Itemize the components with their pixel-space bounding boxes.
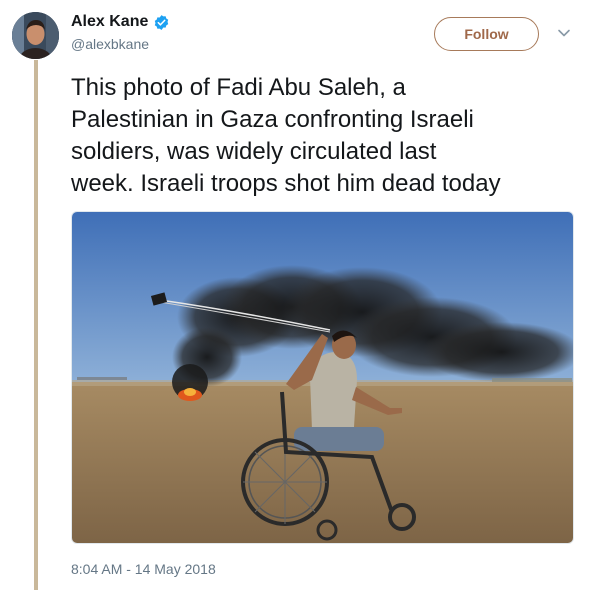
photo-image bbox=[72, 212, 573, 543]
tweet-text-line: This photo of Fadi Abu Saleh, a bbox=[71, 74, 406, 101]
tweet-text-line: week. Israeli troops shot him dead today bbox=[71, 170, 501, 197]
tweet-timestamp[interactable]: 8:04 AM - 14 May 2018 bbox=[71, 561, 216, 577]
tweet-text-line: soldiers, was widely circulated last bbox=[71, 138, 437, 165]
verified-badge-icon bbox=[155, 14, 169, 30]
author-name-row[interactable]: Alex Kane bbox=[71, 13, 170, 31]
author-display-name[interactable]: Alex Kane bbox=[71, 13, 148, 31]
avatar-photo bbox=[12, 12, 59, 59]
tweet-text-line: Palestinian in Gaza confronting Israeli bbox=[71, 106, 474, 133]
thread-line bbox=[34, 60, 38, 590]
tweet-photo[interactable] bbox=[71, 211, 574, 544]
chevron-down-icon[interactable] bbox=[557, 26, 571, 40]
follow-button[interactable]: Follow bbox=[434, 17, 539, 51]
tweet-text: This photo of Fadi Abu Saleh, a Palestin… bbox=[71, 72, 581, 200]
author-handle[interactable]: @alexbkane bbox=[71, 36, 149, 52]
author-avatar[interactable] bbox=[12, 12, 59, 59]
